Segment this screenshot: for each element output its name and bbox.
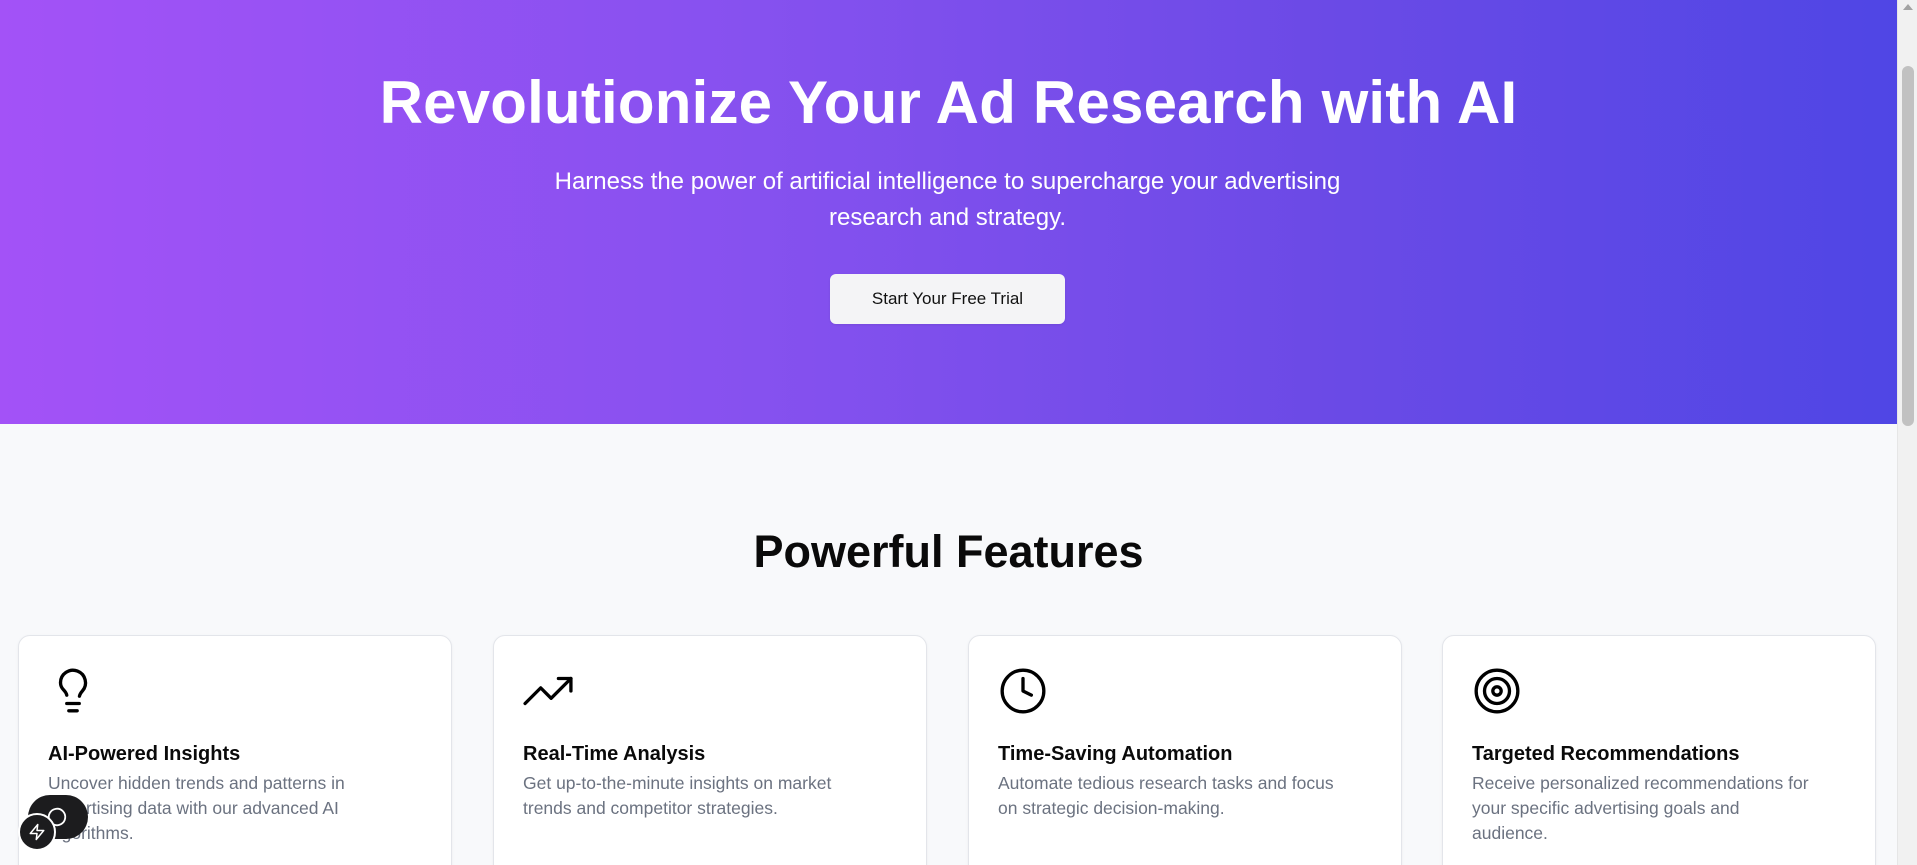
feature-card-title: AI-Powered Insights: [48, 743, 241, 765]
scrollbar-thumb[interactable]: [1902, 66, 1914, 426]
target-icon: [1472, 666, 1522, 716]
hero-section: Revolutionize Your Ad Research with AI H…: [0, 0, 1897, 424]
feature-card-targeted: Targeted Recommendations Receive persona…: [1442, 635, 1876, 865]
feature-card-description: Receive personalized recommendations for…: [1472, 773, 1809, 843]
bolt-widget-button[interactable]: [18, 813, 56, 851]
features-section: Powerful Features AI-Powered Insights Un…: [0, 424, 1897, 865]
lightning-bolt-icon: [29, 823, 45, 841]
feature-card-description: Uncover hidden trends and patterns in ad…: [48, 773, 345, 843]
hero-subtitle: Harness the power of artificial intellig…: [554, 168, 1341, 231]
feature-card-description: Get up-to-the-minute insights on market …: [523, 773, 832, 818]
lightbulb-icon: [48, 666, 98, 716]
landing-page: Revolutionize Your Ad Research with AI H…: [0, 0, 1917, 865]
trending-up-icon: [523, 666, 573, 716]
features-heading: Powerful Features: [753, 526, 1144, 577]
feature-card-description: Automate tedious research tasks and focu…: [998, 773, 1334, 818]
vertical-scrollbar[interactable]: [1897, 0, 1917, 865]
feature-card-title: Time-Saving Automation: [998, 743, 1233, 765]
clock-icon: [998, 666, 1048, 716]
feature-card-title: Real-Time Analysis: [523, 743, 706, 765]
feature-card-title: Targeted Recommendations: [1472, 743, 1740, 765]
start-free-trial-button[interactable]: Start Your Free Trial: [830, 274, 1065, 324]
feature-card-real-time: Real-Time Analysis Get up-to-the-minute …: [493, 635, 927, 865]
feature-card-automation: Time-Saving Automation Automate tedious …: [968, 635, 1402, 865]
hero-title: Revolutionize Your Ad Research with AI: [379, 69, 1518, 136]
scroll-up-arrow-icon[interactable]: [1903, 4, 1913, 10]
